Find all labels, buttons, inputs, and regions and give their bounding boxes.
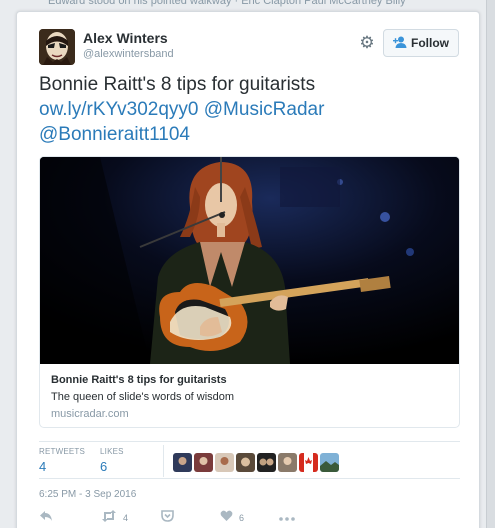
tweet-timestamp[interactable]: 6:25 PM - 3 Sep 2016 bbox=[39, 489, 136, 501]
follow-button[interactable]: Follow bbox=[383, 29, 459, 57]
save-button[interactable] bbox=[161, 510, 174, 525]
liker-avatars bbox=[173, 453, 339, 472]
follow-button-label: Follow bbox=[411, 36, 449, 50]
liker-avatar[interactable] bbox=[173, 453, 192, 472]
heart-icon bbox=[220, 510, 233, 525]
liker-avatar[interactable] bbox=[194, 453, 213, 472]
retweet-count: 4 bbox=[123, 512, 129, 523]
tweet-text-main: Bonnie Raitt's 8 tips for guitarists bbox=[39, 74, 316, 95]
retweets-stat[interactable]: RETWEETS 4 bbox=[39, 447, 85, 475]
liker-avatar[interactable] bbox=[236, 453, 255, 472]
author-name[interactable]: Alex Winters bbox=[83, 30, 174, 47]
author-handle[interactable]: @alexwintersband bbox=[83, 47, 174, 61]
canada-flag-avatar[interactable] bbox=[299, 453, 318, 472]
retweet-icon bbox=[101, 510, 117, 525]
retweets-count: 4 bbox=[39, 459, 47, 474]
like-button[interactable]: 6 bbox=[220, 510, 244, 525]
background-strip-text: Edward stood on his pointed walkway · Er… bbox=[0, 0, 495, 9]
stats-divider bbox=[163, 445, 164, 477]
likes-label: LIKES bbox=[100, 447, 124, 456]
reply-button[interactable] bbox=[39, 510, 53, 525]
author-avatar[interactable] bbox=[39, 29, 75, 65]
liker-avatar[interactable] bbox=[215, 453, 234, 472]
card-title[interactable]: Bonnie Raitt's 8 tips for guitarists bbox=[51, 373, 451, 387]
reply-icon bbox=[39, 510, 53, 525]
tweet-card: Alex Winters @alexwintersband ⚙ Follow B… bbox=[16, 11, 480, 528]
liker-avatar[interactable] bbox=[257, 453, 276, 472]
mention-musicradar[interactable]: @MusicRadar bbox=[204, 99, 325, 120]
landscape-avatar[interactable] bbox=[320, 453, 339, 472]
retweets-label: RETWEETS bbox=[39, 447, 86, 456]
likes-count: 6 bbox=[100, 459, 108, 474]
scrollbar-edge bbox=[486, 0, 495, 528]
like-count: 6 bbox=[239, 512, 245, 523]
author-names: Alex Winters @alexwintersband bbox=[83, 30, 174, 61]
card-domain[interactable]: musicradar.com bbox=[51, 407, 451, 421]
more-icon bbox=[279, 510, 295, 524]
card-meta: Bonnie Raitt's 8 tips for guitarists The… bbox=[51, 373, 451, 421]
retweet-button[interactable]: 4 bbox=[101, 510, 128, 525]
tweet-header: Alex Winters @alexwintersband ⚙ Follow bbox=[39, 28, 459, 68]
add-user-icon bbox=[393, 36, 407, 51]
gear-icon[interactable]: ⚙ bbox=[357, 33, 377, 53]
card-photo[interactable] bbox=[40, 157, 459, 364]
more-button[interactable] bbox=[279, 510, 295, 524]
pocket-icon bbox=[161, 510, 174, 525]
tweet-actions: 4 6 bbox=[39, 510, 339, 528]
link-card[interactable]: Bonnie Raitt's 8 tips for guitarists The… bbox=[39, 156, 460, 428]
tweet-stats: RETWEETS 4 LIKES 6 bbox=[39, 441, 460, 479]
likes-stat[interactable]: LIKES 6 bbox=[100, 447, 124, 475]
card-description: The queen of slide's words of wisdom bbox=[51, 391, 235, 403]
tweet-link[interactable]: ow.ly/rKYv302qyy0 bbox=[39, 99, 198, 120]
liker-avatar[interactable] bbox=[278, 453, 297, 472]
tweet-text: Bonnie Raitt's 8 tips for guitarists ow.… bbox=[39, 72, 459, 147]
mention-bonnieraitt[interactable]: @Bonnieraitt1104 bbox=[39, 124, 190, 145]
